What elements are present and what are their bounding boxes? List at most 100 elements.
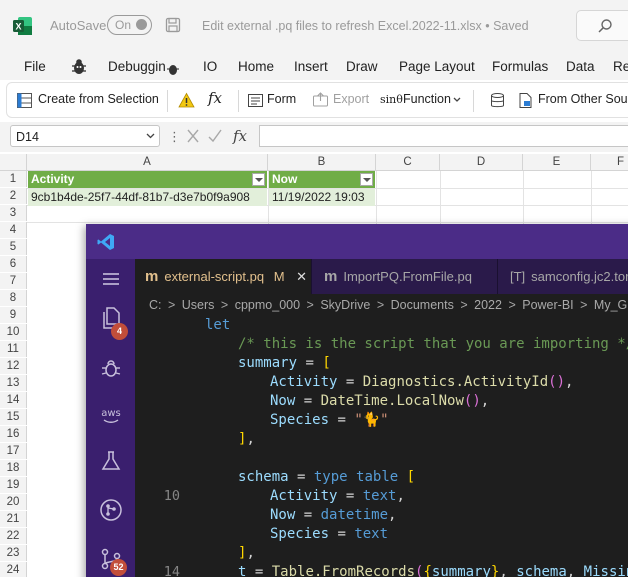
from-other-sources-button[interactable]: From Other Sourc xyxy=(538,92,628,106)
table-header-label: Now xyxy=(272,172,298,186)
tab-samconfig[interactable]: [T] samconfig.jc2.tor xyxy=(497,259,628,294)
editor-tabs: m external-script.pq M ✕ m ImportPQ.FromFi… xyxy=(135,259,628,294)
row-header[interactable]: 17 xyxy=(0,443,27,460)
row-header[interactable]: 24 xyxy=(0,562,27,577)
code-line: /* this is the script that you are impor… xyxy=(238,336,628,352)
menu-io[interactable]: IO xyxy=(203,59,217,74)
breadcrumb-item[interactable]: cppmo_000 xyxy=(235,298,300,312)
form-button[interactable]: Form xyxy=(267,92,296,106)
table-header-label: Activity xyxy=(31,172,75,186)
warning-icon[interactable] xyxy=(178,92,195,109)
git-icon[interactable] xyxy=(99,498,123,522)
column-header-d[interactable]: D xyxy=(440,154,523,171)
row-header[interactable]: 12 xyxy=(0,358,27,375)
table-cell-activity[interactable]: 9cb1b4de-25f7-44df-81b7-d3e7b0f9a908 xyxy=(28,189,267,206)
row-header[interactable]: 8 xyxy=(0,290,27,307)
code-line: ], xyxy=(238,545,255,561)
ribbon: Create from Selection fx Form Export sin… xyxy=(6,82,628,118)
column-header-f[interactable]: F xyxy=(591,154,628,171)
search-box[interactable] xyxy=(576,10,628,41)
row-header[interactable]: 22 xyxy=(0,528,27,545)
create-from-selection-icon xyxy=(17,93,32,108)
more-icon[interactable]: ⋮ xyxy=(168,129,181,145)
function-button[interactable]: Function xyxy=(403,92,451,106)
breadcrumb-item[interactable]: Users xyxy=(182,298,215,312)
enter-icon xyxy=(208,129,222,143)
row-header[interactable]: 11 xyxy=(0,341,27,358)
function-icon[interactable]: fx xyxy=(208,89,222,107)
aws-icon[interactable]: aws xyxy=(99,403,123,427)
table-header-activity[interactable]: Activity xyxy=(28,171,267,188)
row-header[interactable]: 21 xyxy=(0,511,27,528)
column-header-a[interactable]: A xyxy=(27,154,268,171)
column-header-c[interactable]: C xyxy=(376,154,440,171)
create-from-selection-button[interactable]: Create from Selection xyxy=(38,92,159,106)
row-header[interactable]: 6 xyxy=(0,256,27,273)
menu-formulas[interactable]: Formulas xyxy=(492,59,548,74)
formula-input[interactable] xyxy=(259,125,628,147)
filter-dropdown-icon[interactable] xyxy=(252,173,265,186)
flask-icon[interactable] xyxy=(99,449,123,473)
formula-bar: D14 ⋮ fx xyxy=(0,122,628,152)
row-header[interactable]: 14 xyxy=(0,392,27,409)
row-header[interactable]: 15 xyxy=(0,409,27,426)
activity-bar: 4 aws 52 xyxy=(86,259,135,577)
column-header-b[interactable]: B xyxy=(268,154,376,171)
row-header[interactable]: 20 xyxy=(0,494,27,511)
chevron-down-icon[interactable] xyxy=(453,97,461,103)
row-header[interactable]: 7 xyxy=(0,273,27,290)
breadcrumb-item[interactable]: Documents xyxy=(391,298,454,312)
document-title: Edit external .pq files to refresh Excel… xyxy=(202,19,529,33)
row-header[interactable]: 4 xyxy=(0,222,27,239)
autosave-toggle[interactable]: On xyxy=(107,15,152,35)
breadcrumb-item[interactable]: 2022 xyxy=(474,298,502,312)
row-header[interactable]: 13 xyxy=(0,375,27,392)
chevron-right-icon: > xyxy=(376,298,385,312)
chevron-right-icon: > xyxy=(167,298,176,312)
table-cell-now[interactable]: 11/19/2022 19:03 xyxy=(269,189,375,206)
breadcrumb-item[interactable]: SkyDrive xyxy=(320,298,370,312)
breadcrumb-item[interactable]: C: xyxy=(149,298,162,312)
name-box[interactable]: D14 xyxy=(10,125,160,147)
menu-review[interactable]: Re xyxy=(613,59,628,74)
line-number: 10 xyxy=(163,488,180,504)
source-control-badge: 52 xyxy=(110,559,127,576)
menu-data[interactable]: Data xyxy=(566,59,595,74)
row-header[interactable]: 9 xyxy=(0,307,27,324)
code-editor[interactable]: let /* this is the script that you are i… xyxy=(135,314,628,577)
row-header[interactable]: 2 xyxy=(0,188,27,205)
row-header[interactable]: 1 xyxy=(0,171,27,188)
row-header[interactable]: 23 xyxy=(0,545,27,562)
export-button[interactable]: Export xyxy=(333,92,369,106)
row-header[interactable]: 18 xyxy=(0,460,27,477)
row-header[interactable]: 19 xyxy=(0,477,27,494)
database-icon[interactable] xyxy=(489,92,506,109)
breadcrumb-item[interactable]: My_Github xyxy=(594,298,628,312)
table-header-now[interactable]: Now xyxy=(269,171,375,188)
row-header[interactable]: 10 xyxy=(0,324,27,341)
gridline xyxy=(27,222,628,223)
menu-insert[interactable]: Insert xyxy=(294,59,328,74)
close-icon[interactable]: ✕ xyxy=(296,269,307,284)
row-header[interactable]: 5 xyxy=(0,239,27,256)
menu-draw[interactable]: Draw xyxy=(346,59,378,74)
code-line: t = Table.FromRecords({summary}, schema,… xyxy=(238,564,628,577)
column-header-e[interactable]: E xyxy=(523,154,591,171)
chevron-right-icon: > xyxy=(580,298,588,312)
chevron-down-icon[interactable] xyxy=(146,133,155,139)
row-header[interactable]: 16 xyxy=(0,426,27,443)
hamburger-icon[interactable] xyxy=(99,267,123,291)
tab-external-script[interactable]: m external-script.pq M ✕ xyxy=(135,259,311,294)
filter-dropdown-icon[interactable] xyxy=(360,173,373,186)
menu-home[interactable]: Home xyxy=(238,59,274,74)
code-line: schema = type table [ xyxy=(238,469,416,485)
menu-file[interactable]: File xyxy=(24,59,46,74)
save-icon[interactable] xyxy=(165,17,181,33)
row-header[interactable]: 3 xyxy=(0,205,27,222)
menu-debugging[interactable]: Debuggin xyxy=(108,59,166,74)
select-all-corner[interactable] xyxy=(0,154,27,171)
tab-importpq[interactable]: m ImportPQ.FromFile.pq xyxy=(311,259,497,294)
debug-icon[interactable] xyxy=(99,356,123,380)
breadcrumb-item[interactable]: Power-BI xyxy=(522,298,573,312)
menu-page-layout[interactable]: Page Layout xyxy=(399,59,475,74)
